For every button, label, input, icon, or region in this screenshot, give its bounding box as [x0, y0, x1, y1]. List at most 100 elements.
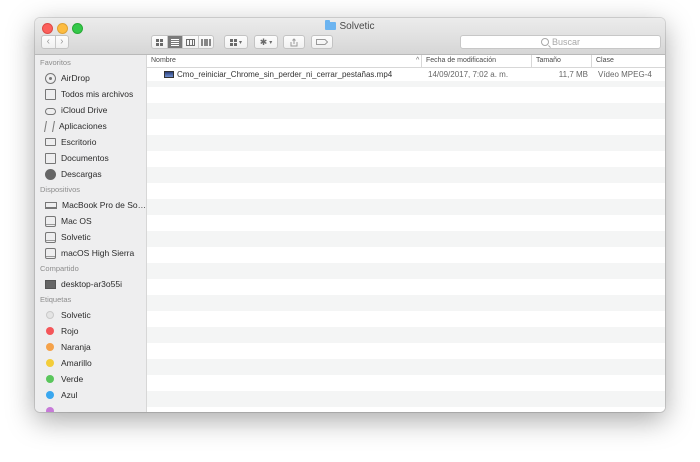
sidebar-item-label: Descargas [61, 169, 102, 179]
tag-color-dot [46, 407, 54, 412]
sidebar-item-airdrop[interactable]: AirDrop [35, 70, 146, 86]
finder-window: Solvetic ‹ › ▾ ✱ ▾ Buscar Favoritos AirDr… [35, 18, 665, 412]
window-title-text: Solvetic [339, 21, 375, 32]
chevron-down-icon: ▾ [269, 39, 273, 46]
video-file-icon [164, 71, 174, 78]
sidebar-item-label: Aplicaciones [59, 121, 107, 131]
sidebar-item-label: MacBook Pro de So… [62, 200, 147, 210]
list-icon [170, 38, 179, 46]
tag-color-dot [46, 327, 54, 335]
file-row[interactable]: Cmo_reiniciar_Chrome_sin_perder_ni_cerra… [147, 68, 665, 81]
desktop-icon [45, 138, 56, 146]
airdrop-icon [45, 72, 56, 84]
sidebar: Favoritos AirDrop Todos mis archivos iCl… [35, 55, 147, 412]
sidebar-tag-verde[interactable]: Verde [35, 371, 146, 387]
sidebar-item-label: Solvetic [61, 232, 91, 242]
sidebar-section-title: Favoritos [40, 58, 71, 67]
download-icon [45, 168, 56, 180]
sidebar-item-label: Amarillo [61, 358, 92, 368]
shared-computer-icon [45, 279, 56, 289]
column-header-date[interactable]: Fecha de modificación [422, 55, 532, 67]
share-icon [290, 37, 298, 46]
sidebar-item-desktop[interactable]: Escritorio [35, 134, 146, 150]
search-placeholder: Buscar [551, 37, 580, 47]
sidebar-item-label: Escritorio [61, 137, 97, 147]
sidebar-item-shared-desktop[interactable]: desktop-ar3o55i [35, 276, 146, 292]
forward-button[interactable]: › [56, 36, 69, 48]
sidebar-section-title: Etiquetas [40, 295, 72, 304]
column-header: Nombre ^ Fecha de modificación Tamaño Cl… [147, 55, 665, 68]
laptop-icon [45, 201, 57, 209]
sidebar-item-label: Verde [61, 374, 84, 384]
chevron-down-icon: ▾ [238, 39, 242, 46]
sidebar-item-label: macOS High Sierra [61, 248, 135, 258]
sidebar-item-all-files[interactable]: Todos mis archivos [35, 86, 146, 102]
disk-icon [45, 231, 56, 243]
cloud-icon [45, 107, 56, 115]
list-view-button[interactable] [167, 36, 183, 48]
columns-icon [185, 38, 195, 46]
tag-color-dot [46, 343, 54, 351]
file-date: 14/09/2017, 7:02 a. m. [428, 70, 509, 79]
disk-icon [45, 215, 56, 227]
title-bar: Solvetic ‹ › ▾ ✱ ▾ Buscar [35, 18, 665, 55]
back-forward-control: ‹ › [41, 35, 69, 49]
sidebar-item-solvetic-disk[interactable]: Solvetic [35, 229, 146, 245]
sidebar-tag-azul[interactable]: Azul [35, 387, 146, 403]
sidebar-item-documents[interactable]: Documentos [35, 150, 146, 166]
sidebar-item-label: Azul [61, 390, 78, 400]
sidebar-tag-solvetic[interactable]: Solvetic [35, 307, 146, 323]
sidebar-item-label: Solvetic [61, 310, 91, 320]
disk-icon [45, 247, 56, 259]
applications-icon [44, 120, 55, 132]
sidebar-item-label: AirDrop [61, 73, 90, 83]
view-mode-control [151, 35, 214, 49]
action-button[interactable]: ✱ ▾ [254, 35, 278, 49]
arrange-button[interactable]: ▾ [224, 35, 248, 49]
sidebar-item-label: iCloud Drive [61, 105, 108, 115]
share-button[interactable] [283, 35, 305, 49]
sidebar-item-label: Documentos [61, 153, 109, 163]
file-kind: Vídeo MPEG-4 [598, 70, 652, 79]
column-view-button[interactable] [183, 36, 199, 48]
sort-ascending-icon: ^ [416, 57, 420, 64]
tag-color-dot [46, 359, 54, 367]
tag-color-dot [46, 375, 54, 383]
sidebar-item-macbook[interactable]: MacBook Pro de So… [35, 197, 146, 213]
file-list: Nombre ^ Fecha de modificación Tamaño Cl… [147, 55, 665, 412]
back-button[interactable]: ‹ [42, 36, 56, 48]
sidebar-section-title: Compartido [40, 264, 79, 273]
tag-color-dot [46, 391, 54, 399]
sidebar-item-applications[interactable]: Aplicaciones [35, 118, 146, 134]
icon-view-button[interactable] [152, 36, 168, 48]
folder-icon [325, 20, 337, 30]
tag-icon [316, 39, 328, 45]
sidebar-item-icloud[interactable]: iCloud Drive [35, 102, 146, 118]
all-files-icon [45, 88, 56, 100]
sidebar-tag-rojo[interactable]: Rojo [35, 323, 146, 339]
column-header-kind[interactable]: Clase [592, 55, 665, 67]
gear-icon: ✱ [259, 36, 268, 47]
tag-color-dot [46, 311, 54, 319]
sidebar-item-downloads[interactable]: Descargas [35, 166, 146, 182]
sidebar-tag-partial[interactable] [35, 403, 146, 412]
tags-button[interactable] [311, 35, 333, 49]
sidebar-item-high-sierra[interactable]: macOS High Sierra [35, 245, 146, 261]
file-size: 11,7 MB [558, 70, 588, 79]
column-header-size[interactable]: Tamaño [532, 55, 592, 67]
sidebar-tag-amarillo[interactable]: Amarillo [35, 355, 146, 371]
window-title: Solvetic [35, 20, 665, 32]
sidebar-item-mac-os[interactable]: Mac OS [35, 213, 146, 229]
search-field[interactable]: Buscar [460, 35, 661, 49]
arrange-icon [229, 38, 237, 46]
search-icon [540, 38, 549, 46]
sidebar-section-title: Dispositivos [40, 185, 81, 194]
sidebar-item-label: Naranja [61, 342, 91, 352]
column-header-name[interactable]: Nombre [147, 55, 422, 67]
sidebar-item-label: Rojo [61, 326, 79, 336]
sidebar-tag-naranja[interactable]: Naranja [35, 339, 146, 355]
cover-flow-icon [200, 38, 211, 46]
cover-flow-button[interactable] [199, 36, 214, 48]
sidebar-item-label: Mac OS [61, 216, 92, 226]
file-name: Cmo_reiniciar_Chrome_sin_perder_ni_cerra… [177, 70, 393, 79]
